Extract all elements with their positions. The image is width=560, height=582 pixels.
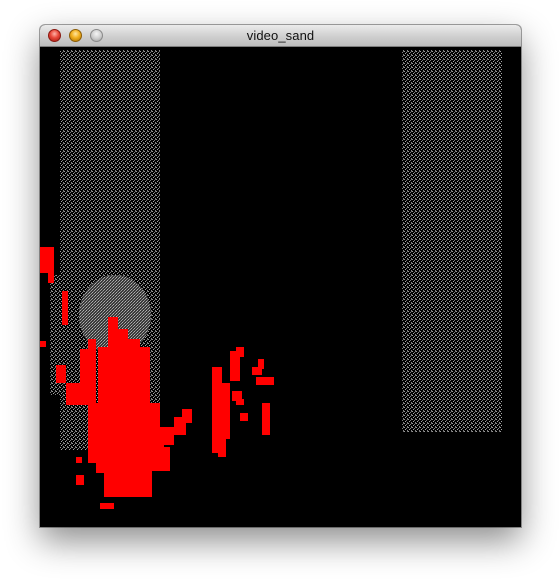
sand-canvas (40, 50, 502, 509)
window-title: video_sand (246, 28, 315, 43)
app-window: video_sand (40, 25, 521, 527)
hand-mask-right (212, 347, 274, 457)
title-bar[interactable]: video_sand (40, 25, 521, 47)
video-canvas[interactable] (40, 47, 521, 527)
sand-column-right (402, 50, 502, 432)
